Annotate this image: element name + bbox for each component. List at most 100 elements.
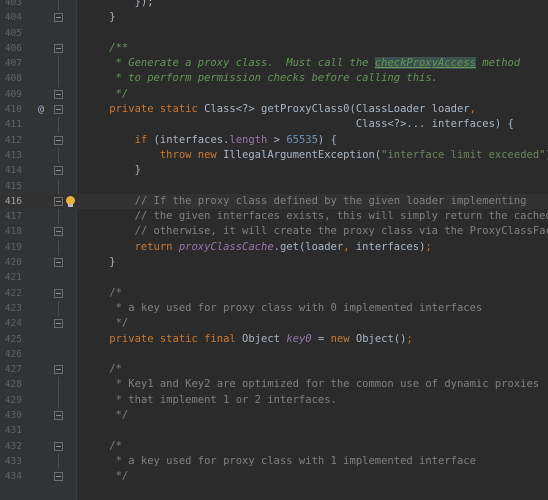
fold-toggle-icon[interactable]	[54, 288, 63, 298]
intention-bulb-icon[interactable]	[66, 195, 75, 207]
code-line[interactable]: 431	[0, 423, 548, 438]
line-number[interactable]: 433	[0, 454, 22, 469]
code-line[interactable]: 412 if (interfaces.length > 65535) {	[0, 133, 548, 148]
code-line[interactable]: 410 @ private static Class<?> getProxyCla…	[0, 102, 548, 117]
code-line[interactable]: 428 * Key1 and Key2 are optimized for th…	[0, 377, 548, 393]
line-number[interactable]: 407	[0, 56, 22, 71]
code-line[interactable]: 422 /*	[0, 286, 548, 301]
code-line[interactable]: 403 });	[0, 0, 548, 11]
code-line[interactable]: 406 /**	[0, 41, 548, 56]
line-number[interactable]: 428	[0, 377, 22, 392]
line-number[interactable]: 431	[0, 423, 22, 438]
code-line[interactable]: 414 }	[0, 163, 548, 178]
code-line[interactable]: 407 * Generate a proxy class. Must call …	[0, 56, 548, 72]
line-number[interactable]: 419	[0, 240, 22, 255]
line-code[interactable]: /*	[84, 362, 122, 377]
code-line[interactable]: 408 * to perform permission checks befor…	[0, 71, 548, 87]
line-code[interactable]: private static Class<?> getProxyClass0(C…	[84, 102, 476, 117]
fold-toggle-icon[interactable]	[54, 166, 63, 176]
code-line[interactable]: 405	[0, 26, 548, 41]
code-line[interactable]: 434 */	[0, 469, 548, 484]
line-code[interactable]: /*	[84, 439, 122, 454]
line-number[interactable]: 417	[0, 209, 22, 224]
code-line[interactable]: 429 * that implement 1 or 2 interfaces.	[0, 392, 548, 409]
code-line[interactable]: 404 }	[0, 10, 548, 25]
line-code[interactable]: /**	[84, 41, 128, 56]
fold-toggle-icon[interactable]	[54, 441, 63, 451]
line-code[interactable]: */	[84, 469, 129, 484]
fold-toggle-icon[interactable]	[54, 105, 63, 115]
line-number[interactable]: 408	[0, 71, 22, 86]
line-number[interactable]: 418	[0, 224, 22, 239]
line-number[interactable]: 405	[0, 26, 22, 41]
line-code[interactable]: private static final Object key0 = new O…	[84, 332, 413, 347]
line-code[interactable]: throw new IllegalArgumentException("inte…	[84, 148, 548, 163]
code-line[interactable]: 419 return proxyClassCache.get(loader, i…	[0, 239, 548, 256]
line-number[interactable]: 434	[0, 469, 22, 484]
code-line[interactable]: 409 */	[0, 87, 548, 102]
code-line[interactable]: 426	[0, 347, 548, 362]
line-number[interactable]: 427	[0, 362, 22, 377]
fold-toggle-icon[interactable]	[54, 196, 63, 206]
line-number[interactable]: 432	[0, 439, 22, 454]
code-line[interactable]: 411 Class<?>... interfaces) {	[0, 117, 548, 133]
code-line[interactable]: 416 // If the proxy class defined by the…	[0, 193, 548, 210]
fold-toggle-icon[interactable]	[54, 258, 63, 268]
code-line[interactable]: 415	[0, 178, 548, 194]
line-number[interactable]: 409	[0, 87, 22, 102]
fold-toggle-icon[interactable]	[54, 43, 63, 53]
fold-toggle-icon[interactable]	[54, 227, 63, 237]
code-line[interactable]: 423 * a key used for proxy class with 0 …	[0, 300, 548, 317]
line-number[interactable]: 420	[0, 255, 22, 270]
code-line[interactable]: 432 /*	[0, 439, 548, 454]
line-code[interactable]: return proxyClassCache.get(loader, inter…	[84, 240, 432, 255]
line-number[interactable]: 413	[0, 148, 22, 163]
code-line[interactable]: 421	[0, 270, 548, 285]
line-code[interactable]: */	[84, 316, 129, 331]
line-number[interactable]: 421	[0, 270, 22, 285]
code-line[interactable]: 424 */	[0, 316, 548, 331]
line-number[interactable]: 430	[0, 408, 22, 423]
line-code[interactable]: Class<?>... interfaces) {	[84, 117, 514, 132]
line-code[interactable]: */	[84, 87, 129, 102]
line-number[interactable]: 416	[0, 194, 22, 209]
code-line[interactable]: 425 private static final Object key0 = n…	[0, 332, 548, 347]
fold-toggle-icon[interactable]	[54, 411, 63, 421]
fold-toggle-icon[interactable]	[54, 365, 63, 375]
line-code[interactable]: }	[84, 255, 115, 270]
code-line[interactable]: 417 // the given interfaces exists, this…	[0, 209, 548, 225]
line-code[interactable]: if (interfaces.length > 65535) {	[84, 133, 337, 148]
fold-toggle-icon[interactable]	[54, 13, 63, 23]
line-number[interactable]: 404	[0, 10, 22, 25]
line-code[interactable]: * a key used for proxy class with 1 impl…	[84, 454, 476, 469]
line-number[interactable]: 410	[0, 102, 22, 117]
line-code[interactable]: * a key used for proxy class with 0 impl…	[84, 301, 483, 316]
line-number[interactable]: 415	[0, 179, 22, 194]
line-code[interactable]: }	[84, 163, 141, 178]
line-number[interactable]: 414	[0, 163, 22, 178]
line-code[interactable]: /*	[84, 286, 122, 301]
code-editor[interactable]: 403 }); 404 } 405 406 /** 407 * Generate a p…	[0, 0, 548, 500]
line-number[interactable]: 422	[0, 286, 22, 301]
line-number[interactable]: 426	[0, 347, 22, 362]
line-code[interactable]: * to perform permission checks before ca…	[84, 71, 438, 86]
line-number[interactable]: 423	[0, 301, 22, 316]
line-code[interactable]: // If the proxy class defined by the giv…	[84, 194, 527, 209]
fold-toggle-icon[interactable]	[54, 135, 63, 145]
code-line[interactable]: 433 * a key used for proxy class with 1 …	[0, 453, 548, 470]
line-code[interactable]: // the given interfaces exists, this wil…	[84, 209, 548, 224]
line-code[interactable]: * Key1 and Key2 are optimized for the co…	[84, 377, 540, 392]
annotation-marker-icon[interactable]: @	[33, 102, 49, 117]
line-code[interactable]: }	[84, 10, 115, 25]
line-number[interactable]: 425	[0, 332, 22, 347]
code-line[interactable]: 420 }	[0, 255, 548, 270]
fold-toggle-icon[interactable]	[54, 319, 63, 329]
line-number[interactable]: 411	[0, 117, 22, 132]
line-code[interactable]: * Generate a proxy class. Must call the …	[84, 56, 520, 71]
line-code[interactable]: */	[84, 408, 129, 423]
fold-toggle-icon[interactable]	[54, 89, 63, 99]
code-line[interactable]: 413 throw new IllegalArgumentException("…	[0, 147, 548, 164]
line-number[interactable]: 403	[0, 0, 22, 10]
line-number[interactable]: 406	[0, 41, 22, 56]
code-line[interactable]: 430 */	[0, 408, 548, 423]
